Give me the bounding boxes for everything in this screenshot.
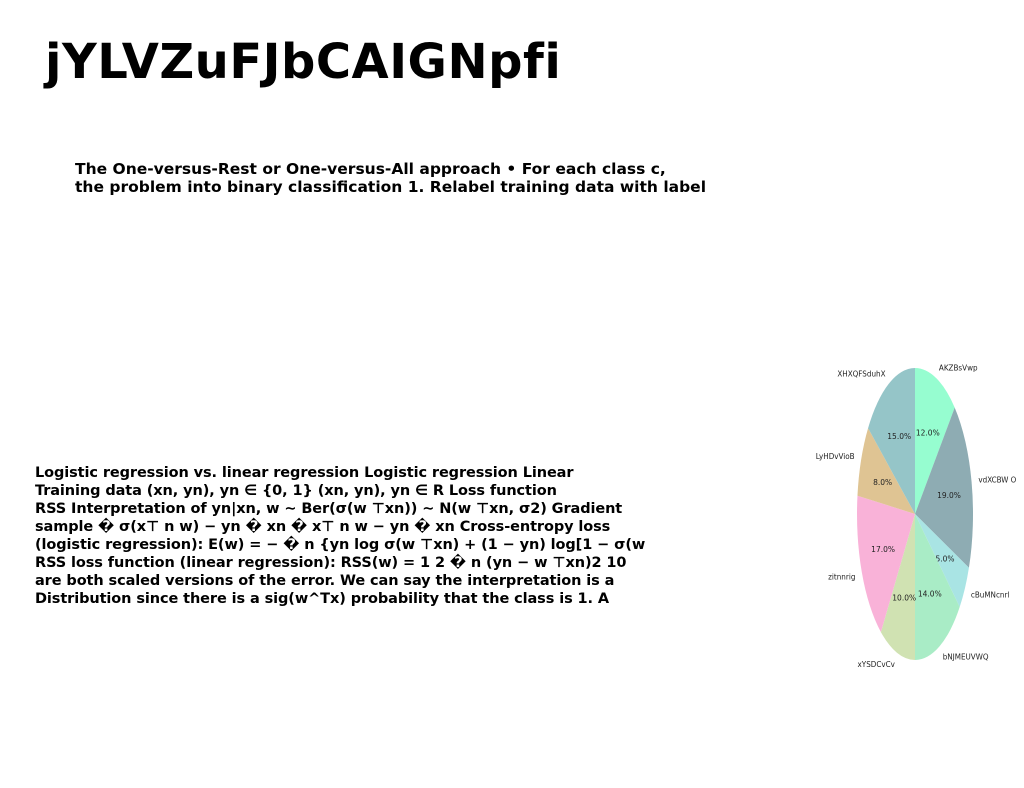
body-line: (logistic regression): E(w) = − � n {yn … xyxy=(35,537,646,553)
pie-percent-label: 15.0% xyxy=(887,432,911,441)
pie-percent-label: 12.0% xyxy=(916,429,940,438)
body-line: Training data (xn, yn), yn ∈ {0, 1} (xn,… xyxy=(35,483,557,499)
pie-category-label: XHXQFSduhX xyxy=(837,370,885,379)
pie-chart-svg: 12.0% AKZBsVwp 19.0% vdXCBW O 5.0% cBuMNcnrl 1… xyxy=(816,363,1017,669)
pie-percent-label: 8.0% xyxy=(873,478,892,487)
body-line: RSS loss function (linear regression): R… xyxy=(35,555,627,571)
pie-percent-label: 10.0% xyxy=(892,593,916,602)
pie-category-label: cBuMNcnrl xyxy=(971,590,1010,599)
body-line: are both scaled versions of the error. W… xyxy=(35,573,615,589)
body-line: sample � σ(x⊤ n w) − yn � xn � x⊤ n w − … xyxy=(35,519,611,535)
intro-line: The One-versus-Rest or One-versus-All ap… xyxy=(75,160,666,178)
pie-category-label: zitnnrig xyxy=(828,573,855,582)
pie-chart: 12.0% AKZBsVwp 19.0% vdXCBW O 5.0% cBuMNcnrl 1… xyxy=(800,345,1020,685)
pie-category-label: bNJMEUVWQ xyxy=(943,653,989,662)
pie-category-label: AKZBsVwp xyxy=(939,363,978,372)
intro-paragraph: The One-versus-Rest or One-versus-All ap… xyxy=(75,160,795,196)
slide-title: jYLVZuFJbCAIGNpfi xyxy=(45,34,562,90)
intro-line: the problem into binary classification 1… xyxy=(75,178,707,196)
body-line: Distribution since there is a sig(w^Tx) … xyxy=(35,591,610,607)
pie-percent-label: 5.0% xyxy=(935,555,954,564)
pie-category-label: vdXCBW O xyxy=(978,476,1016,485)
body-line: RSS Interpretation of yn|xn, w ∼ Ber(σ(w… xyxy=(35,501,623,517)
body-line: Logistic regression vs. linear regressio… xyxy=(35,465,574,481)
pie-percent-label: 14.0% xyxy=(918,589,942,598)
pie-percent-label: 17.0% xyxy=(871,545,895,554)
pie-percent-label: 19.0% xyxy=(937,491,961,500)
pie-category-label: LyHDvVioB xyxy=(816,452,855,461)
body-paragraph: Logistic regression vs. linear regressio… xyxy=(35,464,675,608)
pie-category-label: xYSDCvCv xyxy=(858,660,896,669)
